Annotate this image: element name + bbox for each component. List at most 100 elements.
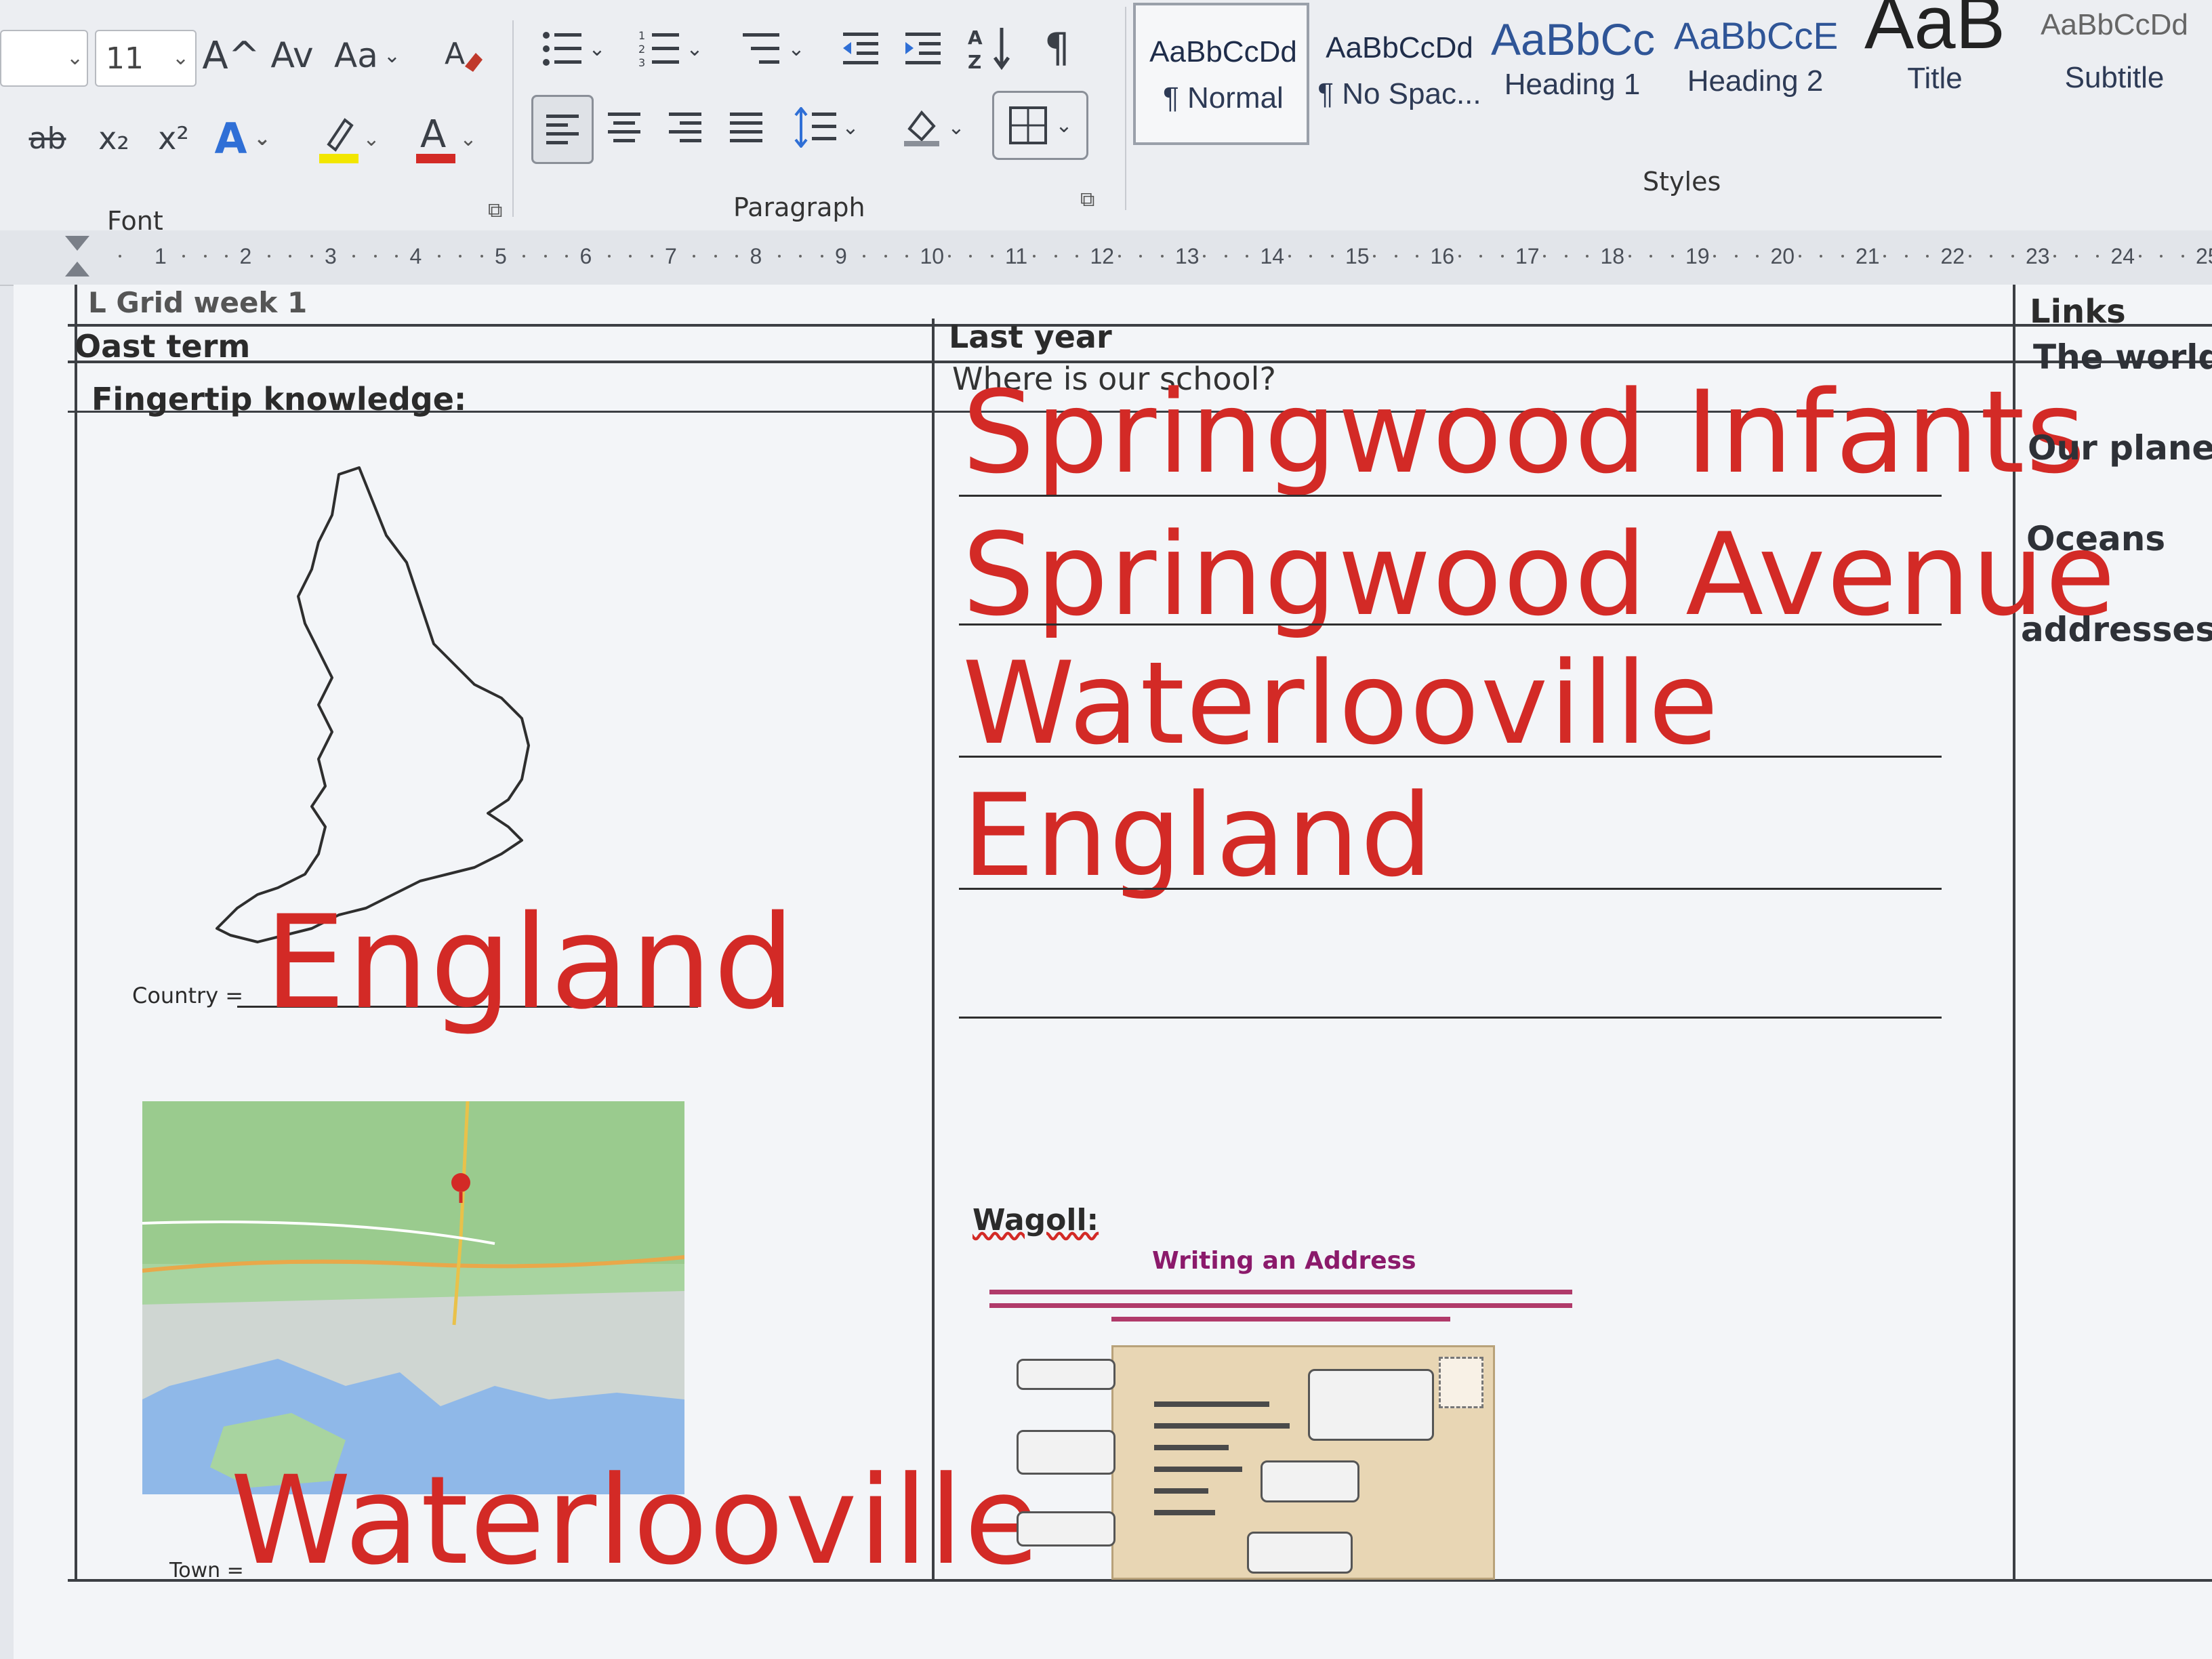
country-answer: England [264,888,797,1038]
bullets-icon[interactable]: ⌄ [533,20,614,77]
style-title[interactable]: AaB Title [1850,0,2020,96]
ruler-tick [2096,255,2100,258]
style-no-spacing[interactable]: AaBbCcDd ¶ No Spac... [1315,31,1484,111]
multilevel-list-icon[interactable]: ⌄ [732,20,813,77]
ruler-tick [1841,255,1844,258]
change-case-icon[interactable]: Aa ⌄ [333,28,401,83]
subscript-icon[interactable]: x₂ [87,111,141,165]
ruler-tick [947,255,951,258]
ruler-tick [1309,255,1313,258]
ruler-tick [607,255,611,258]
ruler-number: 9 [835,244,847,268]
borders-icon[interactable]: ⌄ [992,91,1088,160]
increase-indent-icon[interactable] [896,20,950,77]
strikethrough-icon[interactable]: ab [20,111,75,165]
answer-underline [959,623,1942,626]
link-item[interactable]: Our planet [2028,428,2212,468]
shrink-font-icon[interactable]: Av [268,28,316,83]
chevron-down-icon: ⌄ [172,46,190,70]
ruler-number: 13 [1175,244,1200,268]
font-size-value: 11 [106,41,144,76]
answer-underline [959,495,1942,497]
text-effects-icon[interactable]: A ⌄ [209,111,276,165]
indent-marker-icon[interactable] [65,262,89,276]
ruler-tick [352,255,356,258]
ruler-tick [395,255,398,258]
ruler-number: 7 [665,244,677,268]
highlight-color-icon[interactable]: ⌄ [310,108,385,169]
ruler-tick [225,255,228,258]
wagoll-callout [1017,1430,1115,1475]
ruler-tick [1076,255,1079,258]
style-subtitle[interactable]: AaBbCcDd Subtitle [2026,8,2203,95]
ruler-number: 10 [920,244,945,268]
ruler-number: 3 [325,244,337,268]
column-header-last-term: Oast term [75,328,251,365]
ruler-tick [289,255,292,258]
style-normal-content: AaBbCcDd ¶ Normal [1149,35,1297,115]
ruler-tick [629,255,632,258]
ruler-number: 14 [1260,244,1285,268]
link-item[interactable]: The world [2033,337,2212,377]
ruler-number: 18 [1600,244,1625,268]
ruler-tick [1628,255,1631,258]
wagoll-callout [1017,1359,1115,1390]
ruler-tick [203,255,207,258]
sort-icon[interactable]: AZ [961,18,1022,79]
dialog-launcher-icon[interactable]: ⧉ [1080,190,1101,210]
align-right-icon[interactable] [656,95,714,160]
svg-text:1: 1 [638,29,645,42]
group-separator [1125,7,1126,210]
ruler-tick [1033,255,1036,258]
ruler-number: 11 [1005,244,1028,268]
style-heading-2[interactable]: AaBbCcE Heading 2 [1674,14,1837,98]
ruler-tick [1798,255,1801,258]
ruler-tick [1373,255,1376,258]
ruler-tick [1968,255,1971,258]
ruler-tick [480,255,483,258]
wagoll-callout [1247,1532,1353,1574]
decrease-indent-icon[interactable] [834,20,888,77]
font-name-combo[interactable]: ⌄ [0,30,88,87]
svg-text:A: A [420,112,446,157]
ruler-tick [905,255,909,258]
ruler-number: 5 [495,244,507,268]
ruler-tick [1883,255,1887,258]
ruler-tick [969,255,972,258]
ruler-tick [1479,255,1483,258]
ruler-tick [990,255,994,258]
numbering-icon[interactable]: 1 2 3 ⌄ [630,20,712,77]
indent-marker-icon[interactable] [65,236,89,251]
align-center-icon[interactable] [595,95,653,160]
font-color-icon[interactable]: A ⌄ [404,108,485,169]
ruler-number: 16 [1430,244,1455,268]
ruler-tick [863,255,866,258]
ruler-tick [437,255,441,258]
link-item[interactable]: Oceans [2026,519,2165,558]
ruler-number: 4 [409,244,422,268]
ribbon: ⌄ 11 ⌄ A^ Av Aa ⌄ A ab x₂ x² A ⌄ ⌄ A ⌄ Fon… [0,0,2212,236]
style-heading-1[interactable]: AaBbCc Heading 1 [1491,14,1654,102]
line-spacing-icon[interactable]: ⌄ [786,95,867,160]
shading-icon[interactable]: ⌄ [892,95,973,160]
font-size-combo[interactable]: 11 ⌄ [95,30,197,87]
grow-font-icon[interactable]: A^ [202,28,260,83]
answer-underline [959,888,1942,890]
link-item[interactable]: addresses [2021,610,2212,649]
horizontal-ruler[interactable]: 1 2 3 4 5 6 7 8 9 10 11 12 13 14 15 16 17 18 19 20 21 22 23 24 2… [0,230,2212,286]
justify-icon[interactable] [717,95,775,160]
page-title: L Grid week 1 [88,286,308,319]
paragraph-group-label: Paragraph [733,192,865,222]
ruler-tick [523,255,526,258]
document-page[interactable]: L Grid week 1 Oast term Last year Links … [14,285,2212,1659]
ruler-tick [1416,255,1419,258]
show-formatting-icon[interactable]: ¶ [1030,18,1084,79]
align-left-icon[interactable] [531,95,594,164]
ruler-tick [1713,255,1717,258]
clear-formatting-icon[interactable]: A [436,27,491,81]
ruler-tick [777,255,781,258]
superscript-icon[interactable]: x² [146,111,201,165]
ruler-tick [693,255,696,258]
dialog-launcher-icon[interactable]: ⧉ [488,201,508,221]
wagoll-label: Wagoll: [972,1203,1099,1237]
